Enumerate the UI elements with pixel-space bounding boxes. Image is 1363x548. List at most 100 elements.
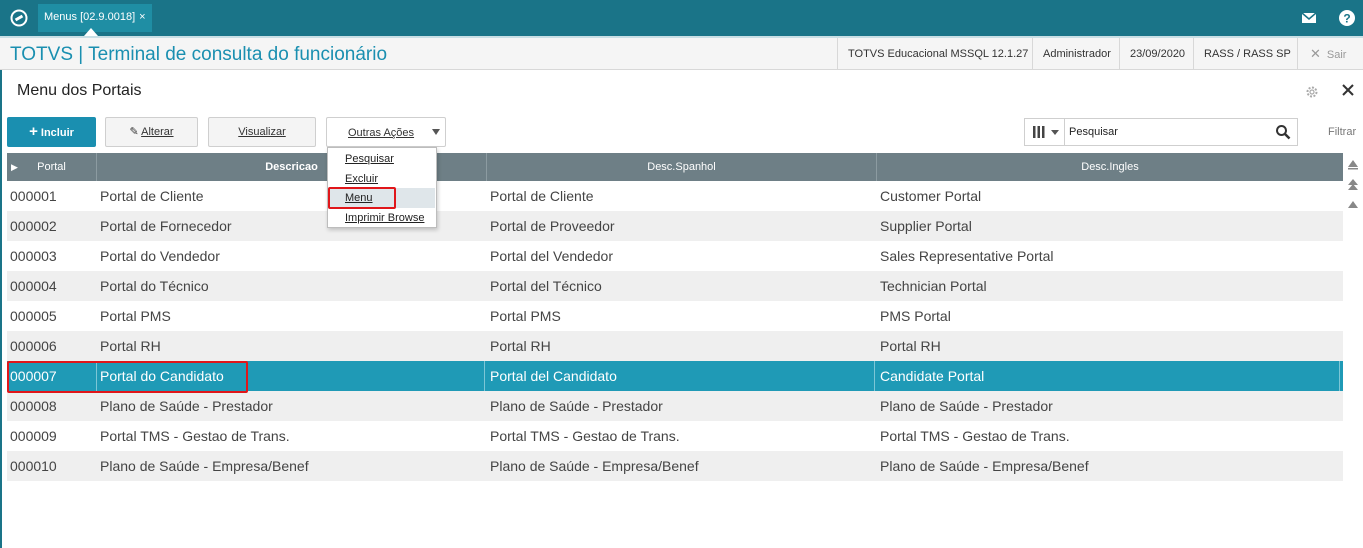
cell-desc-ingles: Sales Representative Portal [880, 248, 1054, 264]
exit-label: Sair [1326, 49, 1347, 61]
cell-desc-spanhol: Portal TMS - Gestao de Trans. [490, 428, 680, 444]
scroll-up-single-button[interactable] [1346, 196, 1360, 212]
cell-desc-ingles: Portal TMS - Gestao de Trans. [880, 428, 1070, 444]
cell-portal: 000004 [10, 278, 57, 294]
highlight-selected-row [7, 361, 248, 393]
help-icon[interactable]: ? [1338, 9, 1356, 27]
cell-descricao: Plano de Saúde - Prestador [100, 398, 273, 414]
column-header-label: Desc.Spanhol [647, 161, 716, 173]
tab-active-indicator [84, 28, 98, 36]
cell-descricao: Portal TMS - Gestao de Trans. [100, 428, 290, 444]
cell-desc-ingles: Plano de Saúde - Prestador [880, 398, 1053, 414]
cell-portal: 000010 [10, 458, 57, 474]
scroll-up-button[interactable] [1346, 176, 1360, 192]
row-indicator-icon: ▶ [11, 162, 18, 172]
cell-portal: 000005 [10, 308, 57, 324]
cell-descricao: Portal do Vendedor [100, 248, 220, 264]
cell-desc-ingles: Customer Portal [880, 188, 982, 204]
menu-item-excluir[interactable]: Excluir [329, 169, 435, 189]
pencil-icon: ✎ [129, 126, 139, 138]
table-row[interactable]: 000003 Portal do Vendedor Portal del Ven… [7, 241, 1343, 271]
table-row[interactable]: 000006 Portal RH Portal RH Portal RH [7, 331, 1343, 361]
mail-icon[interactable] [1300, 9, 1318, 27]
incluir-label: Incluir [40, 127, 74, 139]
tab-close-icon[interactable]: × [139, 11, 145, 23]
filter-link[interactable]: Filtrar [1328, 126, 1356, 138]
outras-acoes-button[interactable]: Outras Ações [326, 117, 446, 147]
search-box [1024, 118, 1298, 146]
highlight-menu-item [328, 187, 396, 209]
user-label: Administrador [1032, 38, 1121, 70]
visualizar-button[interactable]: Visualizar [208, 117, 316, 147]
scroll-top-button[interactable] [1346, 156, 1360, 172]
cell-desc-spanhol: Portal del Técnico [490, 278, 602, 294]
cell-desc-ingles: Supplier Portal [880, 218, 972, 234]
left-accent-strip [0, 70, 2, 548]
cell-desc-ingles: Portal RH [880, 338, 941, 354]
incluir-button[interactable]: + Incluir [7, 117, 96, 147]
exit-icon: ✕ [1310, 46, 1321, 61]
table-row[interactable]: 000005 Portal PMS Portal PMS PMS Portal [7, 301, 1343, 331]
column-header-label: Desc.Ingles [1081, 161, 1139, 173]
cell-descricao: Portal RH [100, 338, 161, 354]
gear-icon[interactable] [1305, 85, 1319, 99]
column-header-portal[interactable]: ▶ Portal [7, 153, 97, 181]
table-row[interactable]: 000002 Portal de Fornecedor Portal de Pr… [7, 211, 1343, 241]
menu-item-imprimir-browse[interactable]: Imprimir Browse [329, 208, 435, 228]
cell-desc-spanhol: Portal del Vendedor [490, 248, 613, 264]
cell-desc-spanhol: Portal de Proveedor [490, 218, 615, 234]
alterar-button[interactable]: ✎ Alterar [105, 117, 198, 147]
top-bar: Menus [02.9.0018] × ? [0, 0, 1363, 36]
cell-desc-ingles: PMS Portal [880, 308, 951, 324]
close-icon[interactable] [1340, 82, 1356, 98]
menu-item-label: Excluir [345, 173, 379, 185]
cell-desc-spanhol: Portal PMS [490, 308, 561, 324]
app-title: TOTVS | Terminal de consulta do funcioná… [10, 44, 388, 65]
cell-desc-spanhol: Portal RH [490, 338, 551, 354]
search-icon[interactable] [1275, 124, 1291, 140]
grid-header: ▶ Portal Descricao Desc.Spanhol Desc.Ing… [7, 153, 1343, 181]
menu-item-label: Pesquisar [345, 153, 394, 165]
svg-text:?: ? [1343, 12, 1350, 26]
tab-label: Menus [02.9.0018] [44, 11, 136, 23]
table-row[interactable]: 000010 Plano de Saúde - Empresa/Benef Pl… [7, 451, 1343, 481]
cell-desc-ingles: Plano de Saúde - Empresa/Benef [880, 458, 1089, 474]
table-row[interactable]: 000009 Portal TMS - Gestao de Trans. Por… [7, 421, 1343, 451]
menu-item-pesquisar[interactable]: Pesquisar [329, 149, 435, 169]
cell-portal: 000002 [10, 218, 57, 234]
cell-desc-ingles: Technician Portal [880, 278, 987, 294]
cell-desc-spanhol: Plano de Saúde - Empresa/Benef [490, 458, 699, 474]
exit-button[interactable]: ✕ Sair [1297, 38, 1363, 70]
column-header-desc-ingles[interactable]: Desc.Ingles [877, 153, 1343, 181]
cell-portal: 000009 [10, 428, 57, 444]
table-row[interactable]: 000004 Portal do Técnico Portal del Técn… [7, 271, 1343, 301]
columns-button[interactable] [1025, 119, 1065, 145]
alterar-label: Alterar [141, 126, 174, 138]
page-title: Menu dos Portais [17, 82, 142, 99]
table-row[interactable]: 000001 Portal de Cliente Portal de Clien… [7, 181, 1343, 211]
cell-desc-spanhol: Plano de Saúde - Prestador [490, 398, 663, 414]
search-input[interactable] [1069, 123, 1269, 141]
totvs-logo-icon[interactable] [10, 9, 28, 27]
cell-desc-spanhol: Portal de Cliente [490, 188, 594, 204]
visualizar-label: Visualizar [238, 126, 286, 138]
menu-item-label: Imprimir Browse [345, 212, 425, 224]
cell-descricao: Portal PMS [100, 308, 171, 324]
plus-icon: + [29, 123, 38, 140]
columns-icon [1033, 126, 1059, 138]
cell-desc-ingles: Candidate Portal [880, 361, 1340, 391]
cell-desc-spanhol: Portal del Candidato [490, 361, 875, 391]
branch-label: RASS / RASS SP [1193, 38, 1301, 70]
cell-portal: 000001 [10, 188, 57, 204]
environment-label: TOTVS Educacional MSSQL 12.1.27 [837, 38, 1038, 70]
cell-descricao: Portal do Técnico [100, 278, 209, 294]
title-bar: TOTVS | Terminal de consulta do funcioná… [0, 36, 1363, 70]
outras-acoes-label: Outras Ações [348, 127, 415, 139]
date-label: 23/09/2020 [1119, 38, 1195, 70]
grid-body: 000001 Portal de Cliente Portal de Clien… [7, 181, 1343, 481]
cell-portal: 000006 [10, 338, 57, 354]
cell-portal: 000008 [10, 398, 57, 414]
cell-descricao: Plano de Saúde - Empresa/Benef [100, 458, 309, 474]
table-row[interactable]: 000008 Plano de Saúde - Prestador Plano … [7, 391, 1343, 421]
column-header-desc-spanhol[interactable]: Desc.Spanhol [487, 153, 877, 181]
